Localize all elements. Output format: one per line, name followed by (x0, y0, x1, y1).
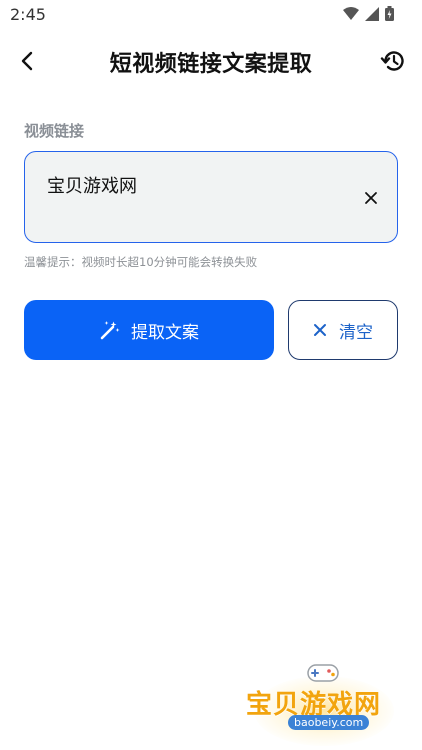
close-icon (314, 324, 326, 336)
history-button[interactable] (378, 46, 408, 76)
app-bar: 短视频链接文案提取 (0, 38, 422, 84)
hint-text: 温馨提示：视频时长超10分钟可能会转换失败 (24, 255, 258, 269)
magic-wand-icon (100, 321, 120, 340)
clear-button[interactable]: 清空 (288, 300, 398, 360)
battery-icon (385, 6, 394, 21)
extract-button[interactable]: 提取文案 (24, 300, 274, 360)
status-time: 2:45 (10, 5, 46, 24)
wifi-icon (343, 6, 359, 20)
field-label: 视频链接 (24, 122, 85, 140)
video-link-input[interactable]: 宝贝游戏网 (24, 151, 398, 243)
status-bar: 2:45 (0, 0, 422, 30)
status-icons (343, 6, 394, 21)
extract-button-label: 提取文案 (131, 322, 199, 343)
page-title: 短视频链接文案提取 (109, 52, 313, 77)
history-icon (380, 51, 404, 71)
close-icon (365, 192, 377, 204)
watermark-url: baobeiy.com (288, 715, 370, 730)
gamepad-icon (307, 664, 339, 682)
clear-input-button[interactable] (361, 188, 381, 208)
input-value[interactable]: 宝贝游戏网 (47, 172, 137, 198)
watermark-logo: 宝贝游戏网 baobeiy.com (238, 660, 408, 746)
signal-icon (365, 6, 379, 21)
clear-button-label: 清空 (339, 322, 373, 343)
